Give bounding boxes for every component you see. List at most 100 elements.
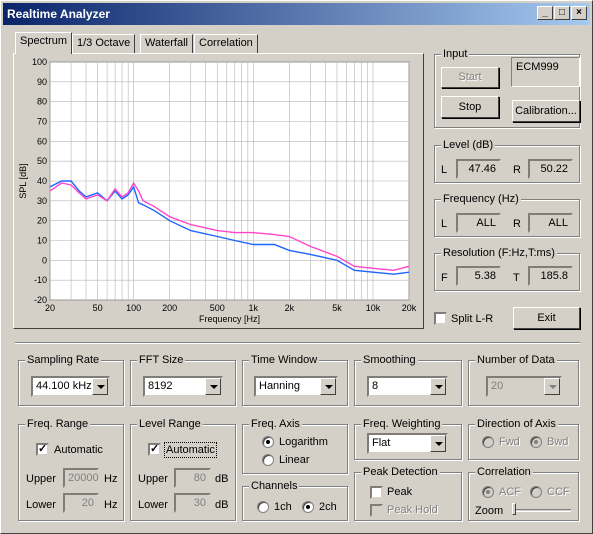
group-title: Channels [249, 480, 300, 492]
group-title: Sampling Rate [25, 354, 102, 366]
number-of-data-select[interactable]: 20 [486, 376, 562, 397]
zoom-slider-thumb[interactable] [512, 503, 516, 515]
group-title: Peak Detection [361, 466, 440, 478]
split-lr-checkbox[interactable] [434, 312, 447, 325]
tab-correlation[interactable]: Correlation [194, 34, 258, 53]
group-title: Frequency (Hz) [441, 193, 521, 205]
group-title: Input [441, 48, 470, 60]
device-name: ECM999 [516, 61, 559, 73]
zoom-slider-track[interactable] [513, 509, 571, 512]
button-label: Stop [458, 101, 482, 113]
frequency-r-value: ALL [528, 213, 573, 233]
channel-1ch-label: 1ch [274, 501, 292, 513]
select-value: Hanning [259, 380, 300, 392]
acf-label: ACF [499, 486, 521, 498]
level-range-automatic-checkbox[interactable]: ✓ [148, 443, 161, 456]
title-bar[interactable]: Realtime Analyzer [3, 3, 590, 25]
freq-range-automatic-checkbox[interactable]: ✓ [36, 443, 49, 456]
group-title: Number of Data [475, 354, 557, 366]
calibration-button[interactable]: Calibration... [512, 100, 580, 122]
linear-label: Linear [279, 454, 310, 466]
value-text: 185.8 [540, 270, 568, 282]
unit-label: dB [215, 499, 229, 511]
x-tick-label: 1k [249, 303, 259, 313]
y-axis-label: SPL [dB] [18, 163, 28, 198]
bwd-radio[interactable] [530, 436, 542, 448]
x-tick-label: 20 [45, 303, 55, 313]
button-label: Calibration... [515, 105, 577, 117]
lower-label: Lower [26, 499, 56, 511]
frequency-r-label: R [513, 218, 521, 230]
freq-lower-field[interactable]: 20 [63, 493, 99, 513]
frequency-l-label: L [441, 218, 448, 230]
tab-third-octave[interactable]: 1/3 Octave [72, 34, 136, 53]
y-tick-label: 50 [37, 156, 47, 166]
resolution-t-value: 185.8 [528, 266, 573, 286]
ccf-label: CCF [547, 486, 570, 498]
x-tick-label: 500 [210, 303, 225, 313]
group-title: Level (dB) [441, 139, 496, 151]
peak-hold-label: Peak Hold [387, 504, 438, 516]
maximize-button[interactable]: □ [554, 6, 570, 20]
freq-weighting-select[interactable]: Flat [367, 433, 448, 454]
channel-2ch-radio[interactable] [302, 501, 314, 513]
fft-size-select[interactable]: 8192 [143, 376, 223, 397]
x-tick-label: 20k [402, 303, 417, 313]
tab-spectrum[interactable]: Spectrum [15, 32, 73, 54]
value-text: 50.22 [540, 163, 568, 175]
zoom-label: Zoom [475, 505, 504, 517]
y-tick-label: 70 [37, 117, 47, 127]
peak-checkbox[interactable] [370, 486, 383, 499]
level-r-label: R [513, 164, 521, 176]
select-value: 44.100 kHz [36, 380, 92, 392]
chevron-down-icon [544, 378, 560, 395]
group-title: Direction of Axis [475, 418, 558, 430]
level-upper-field[interactable]: 80 [174, 468, 211, 488]
x-tick-label: 2k [285, 303, 295, 313]
unit-label: Hz [104, 473, 118, 485]
channel-1ch-radio[interactable] [257, 501, 269, 513]
unit-label: dB [215, 473, 229, 485]
spectrum-chart: 1009080706050403020100-10-2020 50 100 200 50… [18, 57, 417, 324]
chevron-down-icon [92, 378, 108, 395]
resolution-f-label: F [441, 272, 448, 284]
exit-button[interactable]: Exit [513, 307, 580, 329]
tab-label: 1/3 Octave [77, 37, 131, 49]
automatic-label: Automatic [164, 442, 217, 458]
linear-radio[interactable] [262, 454, 274, 466]
start-button[interactable]: Start [441, 67, 499, 88]
value-text: ALL [548, 217, 568, 229]
peak-hold-checkbox[interactable] [370, 504, 383, 517]
group-title: Resolution (F:Hz,T:ms) [441, 247, 557, 259]
value-text: 5.38 [474, 270, 496, 282]
minimize-button[interactable]: _ [537, 6, 553, 20]
automatic-label: Automatic [54, 444, 103, 456]
y-tick-label: 40 [37, 176, 47, 186]
ccf-radio[interactable] [530, 486, 542, 498]
stop-button[interactable]: Stop [441, 96, 499, 118]
tab-waterfall[interactable]: Waterfall [140, 34, 193, 53]
level-lower-field[interactable]: 30 [174, 493, 211, 513]
value-text: 47.46 [468, 163, 496, 175]
group-title: Freq. Weighting [361, 418, 443, 430]
lower-label: Lower [138, 499, 168, 511]
close-button[interactable]: × [571, 6, 587, 20]
sampling-rate-select[interactable]: 44.100 kHz [31, 376, 110, 397]
smoothing-select[interactable]: 8 [367, 376, 448, 397]
acf-radio[interactable] [482, 486, 494, 498]
time-window-select[interactable]: Hanning [254, 376, 338, 397]
group-title: Level Range [137, 418, 203, 430]
window-title: Realtime Analyzer [7, 7, 110, 21]
x-axis-label: Frequency [Hz] [199, 314, 260, 324]
resolution-t-label: T [513, 272, 520, 284]
chevron-down-icon [320, 378, 336, 395]
logarithm-radio[interactable] [262, 436, 274, 448]
divider [15, 342, 580, 344]
fwd-radio[interactable] [482, 436, 494, 448]
button-label: Exit [537, 312, 556, 324]
y-tick-label: 10 [37, 236, 47, 246]
x-tick-label: 200 [162, 303, 177, 313]
tab-label: Waterfall [145, 37, 188, 49]
x-tick-label: 100 [126, 303, 141, 313]
freq-upper-field[interactable]: 20000 [63, 468, 99, 488]
